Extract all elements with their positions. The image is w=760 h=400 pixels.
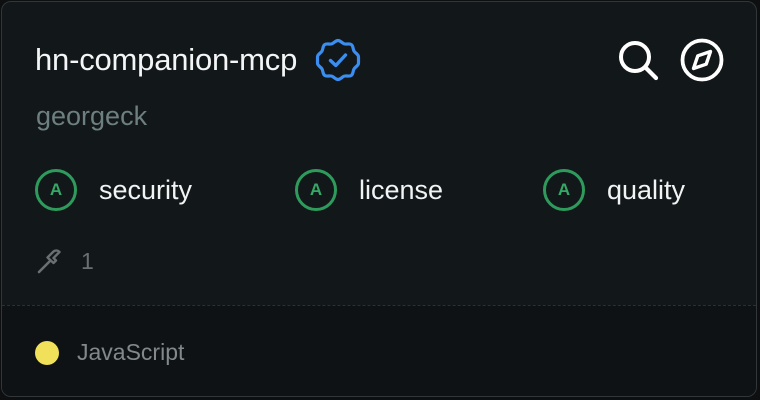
tools-count: 1 <box>81 247 94 274</box>
grade-label: quality <box>607 174 686 205</box>
search-icon <box>619 41 659 81</box>
grade-security[interactable]: A security <box>35 166 192 214</box>
author-name[interactable]: georgeck <box>36 98 147 134</box>
hammer-icon <box>37 249 61 274</box>
grade-license[interactable]: A license <box>295 166 443 214</box>
grade-quality[interactable]: A quality <box>543 166 685 214</box>
language-name: JavaScript <box>77 339 185 365</box>
language-color-dot <box>35 340 59 365</box>
verified-badge-icon <box>315 37 361 83</box>
search-button[interactable] <box>616 38 660 82</box>
language-row: JavaScript <box>35 339 184 366</box>
explore-button[interactable] <box>680 38 724 82</box>
compass-icon <box>680 38 724 82</box>
grade-badge: A <box>35 169 77 211</box>
grade-label: security <box>99 174 193 205</box>
grade-label: license <box>359 174 444 205</box>
server-card[interactable]: hn-companion-mcp georgeck A security A l… <box>1 1 757 397</box>
tools-count-row: 1 <box>35 244 94 278</box>
grade-badge: A <box>295 169 337 211</box>
card-footer: JavaScript <box>2 305 756 396</box>
server-name[interactable]: hn-companion-mcp <box>35 38 297 82</box>
card-actions <box>616 38 724 82</box>
grades-row: A security A license A quality <box>35 166 725 214</box>
title-row: hn-companion-mcp <box>35 38 361 82</box>
grade-badge: A <box>543 169 585 211</box>
